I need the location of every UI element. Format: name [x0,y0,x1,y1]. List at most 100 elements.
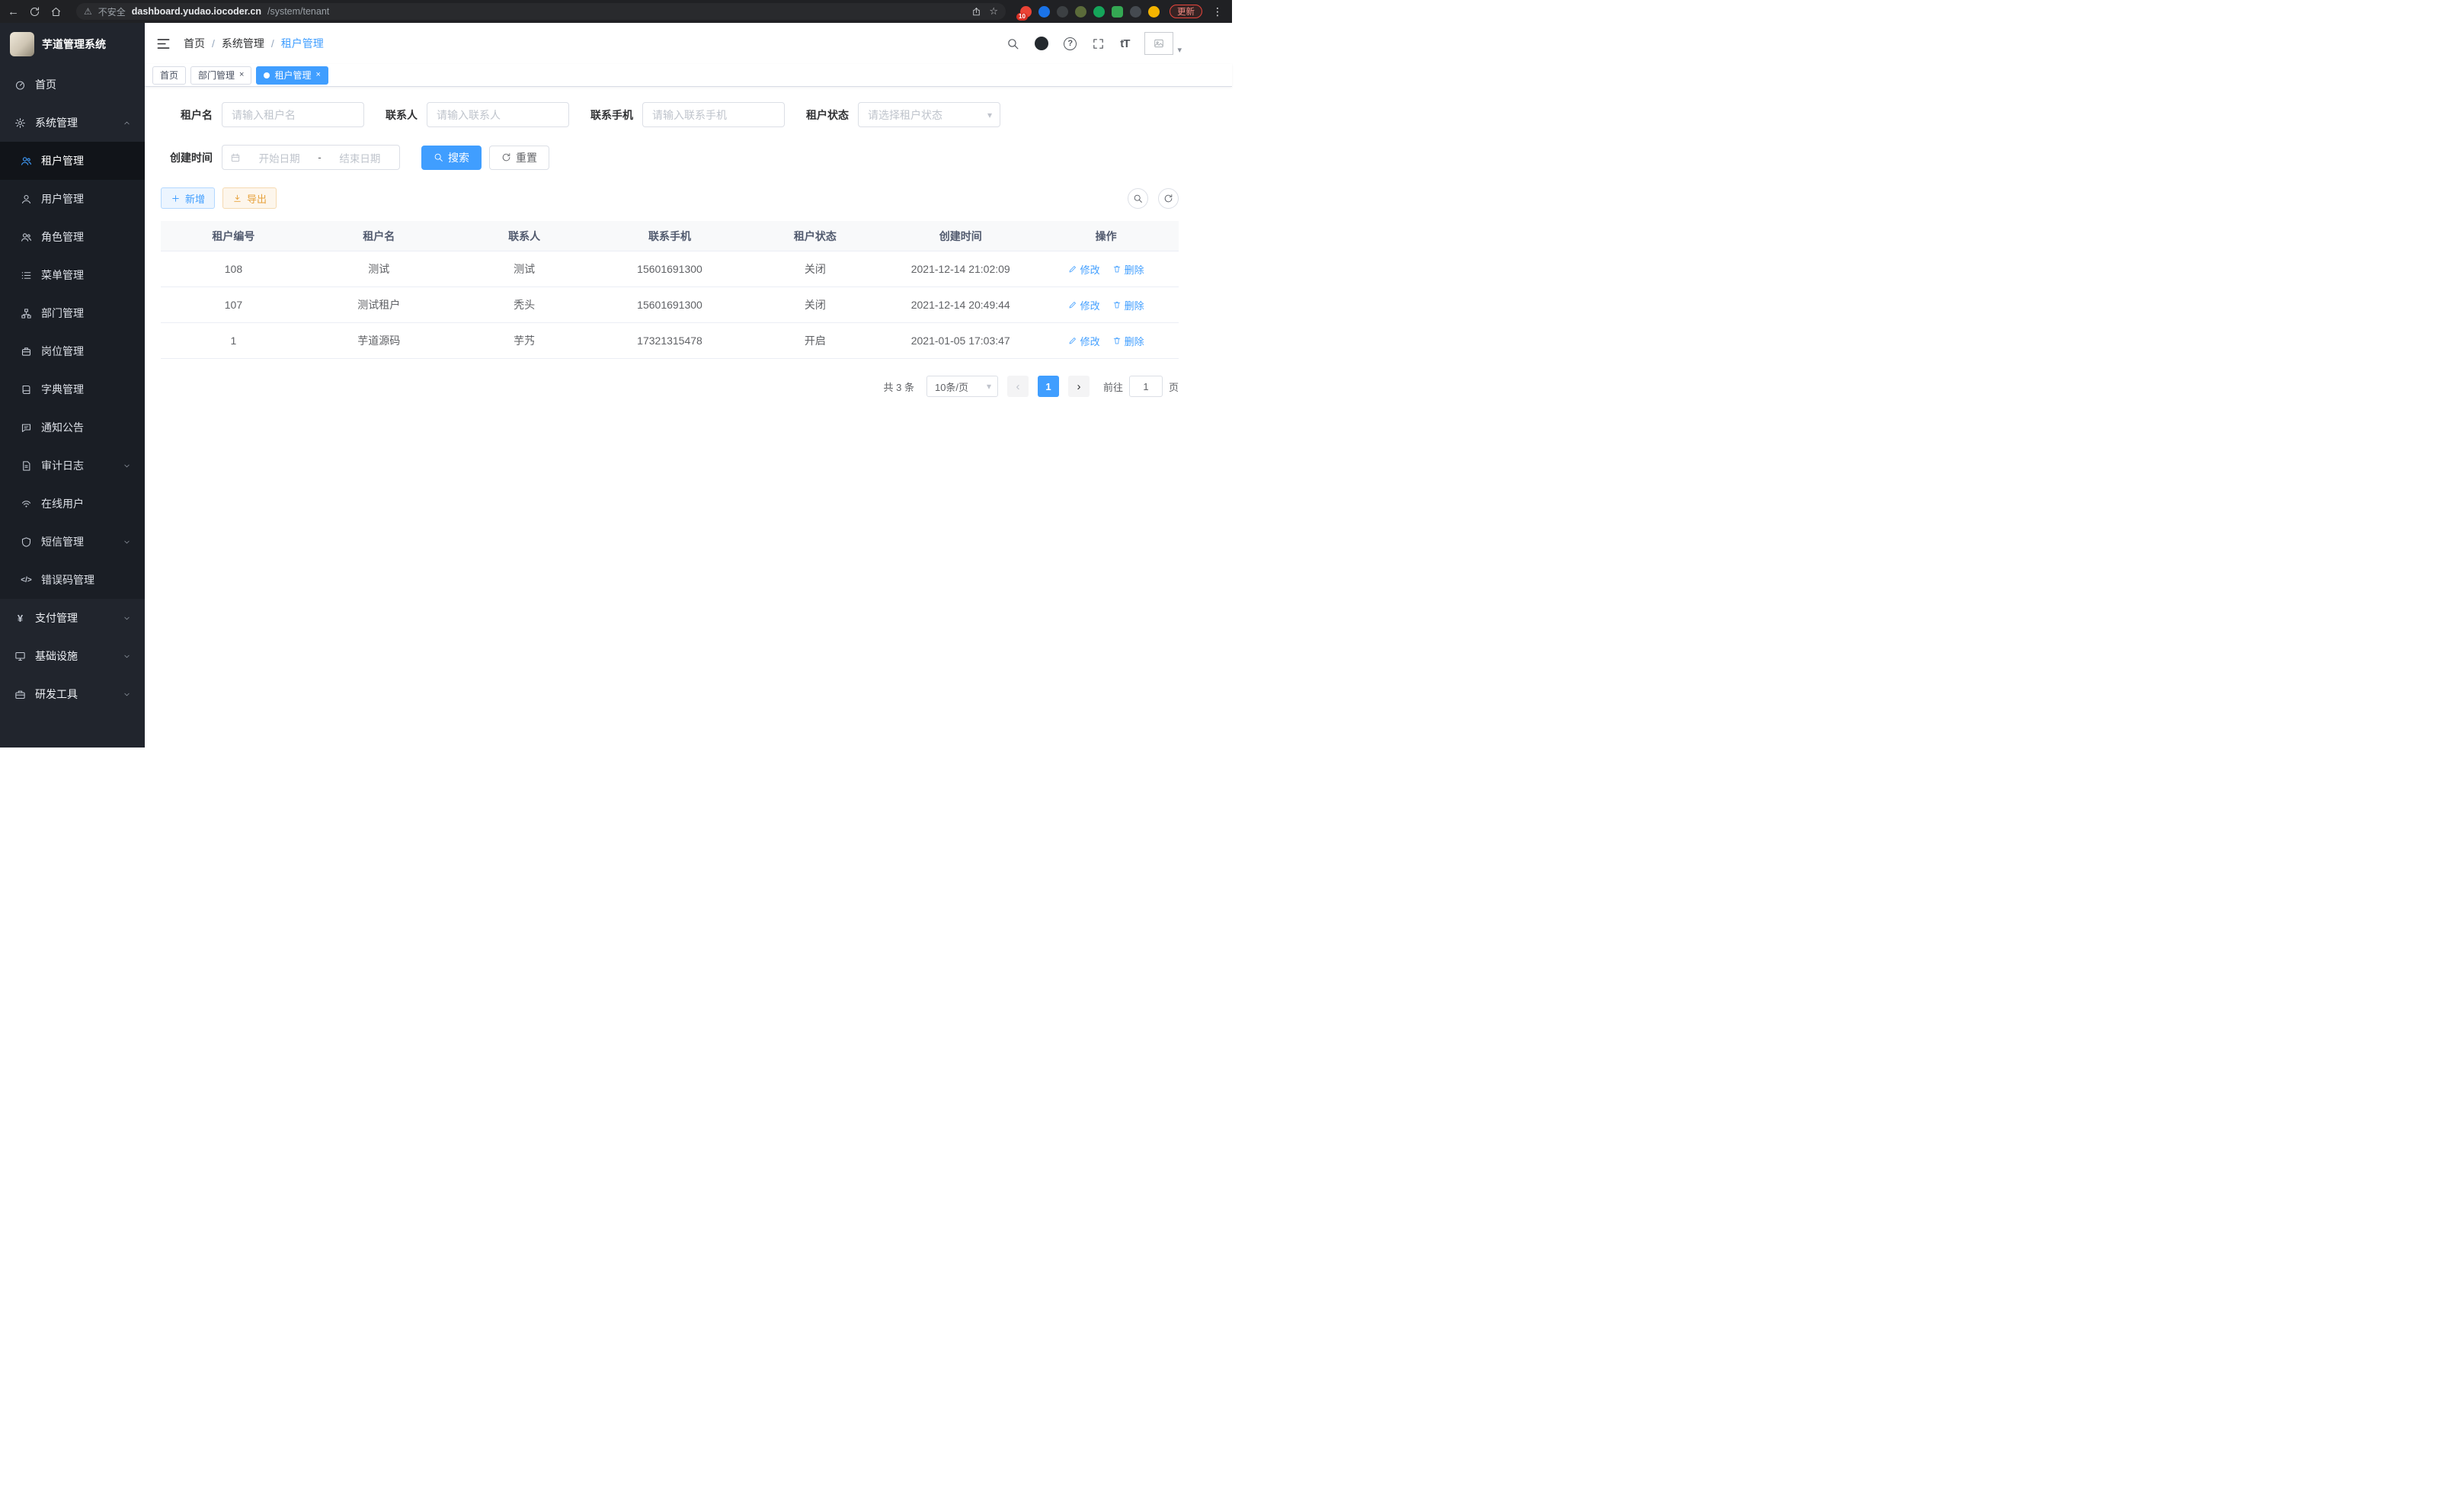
table-header-row: 租户编号 租户名 联系人 联系手机 租户状态 创建时间 操作 [161,221,1179,251]
extension-icon[interactable] [1075,6,1086,18]
reload-icon[interactable] [29,6,40,18]
sidebar-item-devtools[interactable]: 研发工具 [0,675,145,713]
tab-dept[interactable]: 部门管理 × [190,66,251,85]
sidebar-item-errcode[interactable]: </> 错误码管理 [0,561,145,599]
export-button[interactable]: 导出 [222,187,277,209]
app-logo[interactable]: 芋道管理系统 [0,23,145,66]
sidebar-item-menu[interactable]: 菜单管理 [0,256,145,294]
create-time-range-picker[interactable]: 开始日期 - 结束日期 [222,145,400,170]
extension-icon[interactable] [1057,6,1068,18]
tab-home[interactable]: 首页 [152,66,186,85]
sidebar-item-dept[interactable]: 部门管理 [0,294,145,332]
sidebar-item-notice[interactable]: 通知公告 [0,408,145,447]
edit-link[interactable]: 修改 [1068,262,1100,277]
page-unit-label: 页 [1169,379,1179,394]
gear-icon [14,117,27,129]
reset-button[interactable]: 重置 [489,146,549,170]
chrome-update-button[interactable]: 更新 [1170,5,1202,18]
sidebar-item-sms[interactable]: 短信管理 [0,523,145,561]
close-icon[interactable]: × [315,71,320,79]
page-size-select[interactable]: 10条/页 ▾ [926,376,998,397]
font-size-icon[interactable]: tT [1120,37,1129,50]
search-button[interactable]: 搜索 [421,146,482,170]
sidebar-item-tenant[interactable]: 租户管理 [0,142,145,180]
prev-page-button[interactable]: ‹ [1007,376,1029,397]
sidebar-item-dict[interactable]: 字典管理 [0,370,145,408]
cell-status: 关闭 [742,297,888,312]
extension-icon[interactable] [1038,6,1050,18]
chevron-down-icon: ▾ [1177,45,1182,55]
delete-link[interactable]: 删除 [1112,334,1144,348]
toggle-search-icon[interactable] [1128,188,1148,209]
collapse-sidebar-icon[interactable] [156,37,171,51]
goto-page-input[interactable] [1129,376,1163,397]
help-icon[interactable]: ? [1064,37,1077,50]
sidebar-item-home[interactable]: 首页 [0,66,145,104]
user-avatar-button[interactable]: ▾ [1144,32,1182,55]
signal-icon [20,498,33,510]
delete-link[interactable]: 删除 [1112,298,1144,312]
user-icon [20,194,33,205]
fullscreen-icon[interactable] [1092,37,1105,50]
status-select[interactable]: 请选择租户状态 ▾ [858,102,1000,127]
chevron-down-icon [123,652,131,661]
sidebar-item-system[interactable]: 系统管理 [0,104,145,142]
contact-label: 联系人 [386,107,418,123]
profile-avatar-icon[interactable] [1148,6,1160,18]
breadcrumb-section[interactable]: 系统管理 [222,36,264,51]
edit-link[interactable]: 修改 [1068,298,1100,312]
cell-phone: 15601691300 [597,299,743,311]
delete-link[interactable]: 删除 [1112,262,1144,277]
sidebar-item-user[interactable]: 用户管理 [0,180,145,218]
sidebar-item-post[interactable]: 岗位管理 [0,332,145,370]
extension-icon[interactable] [1112,6,1123,18]
app-title: 芋道管理系统 [42,37,106,52]
status-label: 租户状态 [806,107,849,123]
add-button[interactable]: 新增 [161,187,215,209]
sidebar-item-payment[interactable]: ¥ 支付管理 [0,599,145,637]
book-icon [20,384,33,395]
tenant-name-input[interactable] [222,102,364,127]
next-page-button[interactable]: › [1068,376,1090,397]
extension-icon[interactable] [1093,6,1105,18]
col-header-status: 租户状态 [742,229,888,244]
search-icon[interactable] [1006,37,1019,50]
cell-tenant-name: 测试租户 [306,297,452,312]
breadcrumb-home[interactable]: 首页 [184,36,205,51]
home-nav-icon[interactable] [50,6,62,18]
cell-tenant-id: 1 [161,335,306,347]
sidebar-item-role[interactable]: 角色管理 [0,218,145,256]
goto-label: 前往 [1103,379,1123,394]
shield-icon [20,536,33,548]
col-header-tenant-id: 租户编号 [161,229,306,244]
tenant-name-label: 租户名 [161,107,213,123]
sidebar-item-infra[interactable]: 基础设施 [0,637,145,675]
tab-tenant[interactable]: 租户管理 × [256,66,328,85]
phone-input[interactable] [642,102,785,127]
contact-input[interactable] [427,102,569,127]
warning-icon: ⚠ [84,6,92,17]
cell-created: 2021-12-14 20:49:44 [888,299,1033,311]
browser-chrome: ← ⚠ 不安全 dashboard.yudao.iocoder.cn /syst… [0,0,1232,23]
puzzle-extension-icon[interactable] [1130,6,1141,18]
edit-link[interactable]: 修改 [1068,334,1100,348]
refresh-icon[interactable] [1158,188,1179,209]
sidebar-item-audit-log[interactable]: 审计日志 [0,447,145,485]
page-number-button[interactable]: 1 [1038,376,1059,397]
cell-status: 关闭 [742,261,888,277]
people-icon [20,155,33,167]
bookmark-star-icon[interactable]: ☆ [989,5,998,18]
date-end-placeholder: 结束日期 [328,150,392,165]
extension-area: 10 [1020,6,1160,18]
cell-contact: 测试 [452,261,597,277]
share-icon[interactable] [971,7,981,17]
close-icon[interactable]: × [239,71,244,79]
address-bar[interactable]: ⚠ 不安全 dashboard.yudao.iocoder.cn /system… [76,3,1006,20]
github-icon[interactable] [1035,37,1048,50]
back-icon[interactable]: ← [8,6,19,18]
browser-menu-icon[interactable]: ⋮ [1212,5,1223,18]
extension-icon[interactable]: 10 [1020,6,1032,18]
breadcrumb-current: 租户管理 [281,36,324,51]
sidebar-item-online-user[interactable]: 在线用户 [0,485,145,523]
sidebar: 芋道管理系统 首页 系统管理 租户管理 [0,23,145,748]
